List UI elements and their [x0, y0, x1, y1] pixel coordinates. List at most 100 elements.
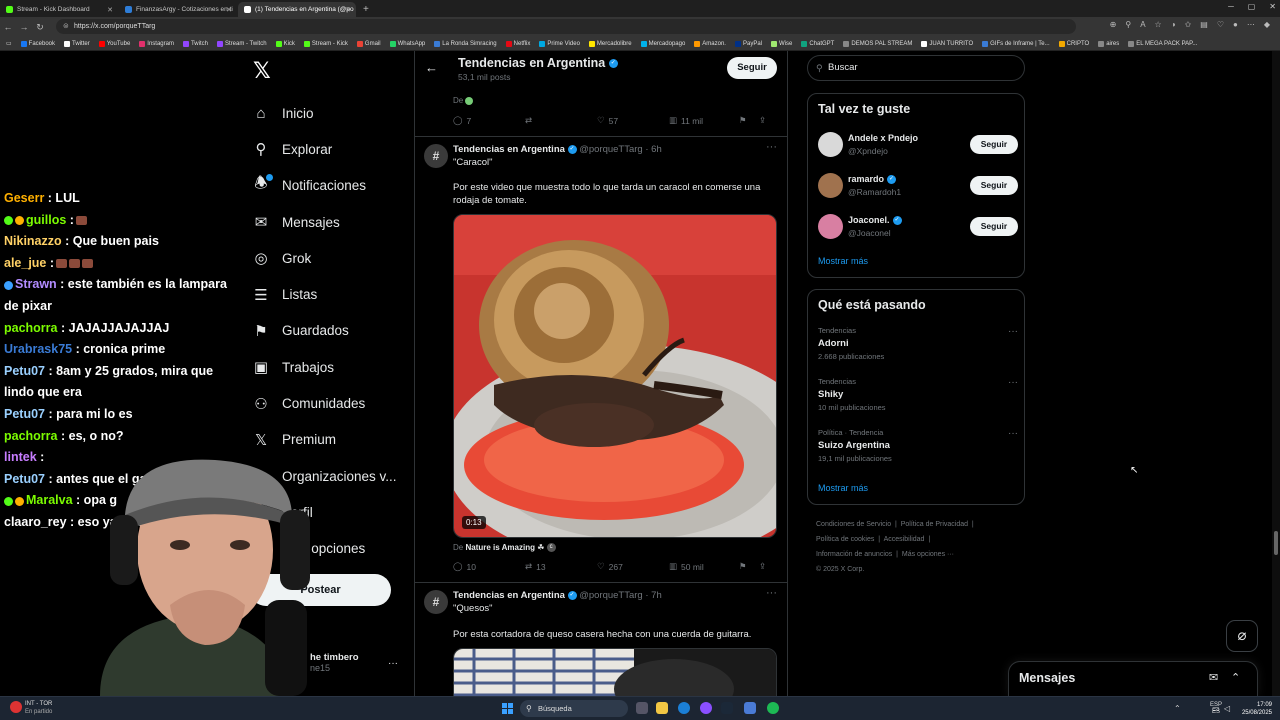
- bookmark-item[interactable]: DEMOS PAL STREAM: [843, 40, 912, 47]
- back-arrow-icon[interactable]: ←: [425, 60, 438, 75]
- favorites-icon[interactable]: ✩: [1185, 20, 1192, 29]
- page-scrollbar[interactable]: [1272, 51, 1280, 696]
- cookies-link[interactable]: Política de cookies: [816, 536, 874, 543]
- forward-icon[interactable]: →: [16, 22, 32, 32]
- tab-close-icon[interactable]: ✕: [345, 6, 351, 14]
- reload-icon[interactable]: ↻: [32, 22, 48, 33]
- sidebar-item-explorar[interactable]: ⚲ Explorar: [252, 131, 397, 167]
- chat-username[interactable]: ale_jue: [4, 256, 46, 270]
- expand-drawer-icon[interactable]: ⌃: [1231, 671, 1240, 684]
- favorite-star-icon[interactable]: ☆: [1155, 20, 1162, 29]
- follow-button[interactable]: Seguir: [970, 176, 1018, 195]
- app-icon[interactable]: [700, 702, 712, 714]
- sidebar-item-guardados[interactable]: ⚑ Guardados: [252, 313, 397, 349]
- heart-icon[interactable]: ♡: [1217, 20, 1224, 29]
- bookmark-item[interactable]: ChatGPT: [801, 40, 834, 47]
- profile-avatar-icon[interactable]: ●: [1233, 20, 1238, 29]
- show-more-link[interactable]: Mostrar más: [818, 256, 868, 266]
- chat-username[interactable]: guillos: [26, 213, 66, 227]
- steam-icon[interactable]: [721, 702, 733, 714]
- sidebar-item-listas[interactable]: ☰ Listas: [252, 276, 397, 312]
- zoom-icon[interactable]: ⚲: [1125, 20, 1131, 29]
- menu-icon[interactable]: ⋯: [1247, 20, 1255, 29]
- tweet-video[interactable]: 0:13: [453, 214, 777, 538]
- bookmark-item[interactable]: Stream - Kick: [303, 40, 348, 47]
- taskbar-search[interactable]: ⚲ Búsqueda: [520, 700, 628, 717]
- task-view-icon[interactable]: [636, 702, 648, 714]
- chat-username[interactable]: pachorra: [4, 321, 58, 335]
- trend-more-icon[interactable]: ···: [1008, 326, 1018, 337]
- bookmark-item[interactable]: YouTube: [98, 40, 130, 47]
- bookmark-item[interactable]: JUAN TURRITO: [921, 40, 973, 47]
- tweet-video[interactable]: [453, 648, 777, 696]
- bookmark-tweet-icon[interactable]: ⚑: [739, 115, 759, 126]
- windows-start-icon[interactable]: [502, 703, 513, 714]
- read-aloud-icon[interactable]: A: [1140, 20, 1145, 29]
- tweet[interactable]: # Tendencias en Argentina ✓ @porqueTTarg…: [415, 141, 787, 584]
- new-tab-icon[interactable]: +: [357, 2, 375, 17]
- reply-button[interactable]: ◯ 10: [453, 561, 525, 572]
- tab-close-icon[interactable]: ✕: [226, 6, 232, 14]
- bookmark-item[interactable]: Twitch: [182, 40, 208, 47]
- bookmark-item[interactable]: Wise: [771, 40, 792, 47]
- credit-link[interactable]: Nature is Amazing ☘: [465, 543, 544, 552]
- sidebar-item-inicio[interactable]: ⌂ Inicio: [252, 95, 397, 131]
- chat-username[interactable]: Petu07: [4, 472, 45, 486]
- trend-more-icon[interactable]: ···: [1008, 428, 1018, 439]
- sidebar-item-premium[interactable]: 𝕏 Premium: [252, 422, 397, 458]
- bookmark-item[interactable]: aires: [1098, 40, 1119, 47]
- accessibility-link[interactable]: Accesibilidad: [884, 536, 925, 543]
- like-button[interactable]: ♡ 57: [597, 115, 669, 126]
- sidebar-item-trabajos[interactable]: ▣ Trabajos: [252, 349, 397, 385]
- suggestion-item[interactable]: Andele x Pndejo @Xpndejo Seguir: [818, 132, 1018, 158]
- chat-username[interactable]: Petu07: [4, 407, 45, 421]
- follow-button[interactable]: Seguir: [970, 135, 1018, 154]
- bookmark-item[interactable]: Amazon.: [694, 40, 726, 47]
- tweet-more-icon[interactable]: ···: [766, 587, 777, 599]
- bookmarks-folder-icon[interactable]: ▭: [6, 40, 12, 47]
- trend-item[interactable]: Política · Tendencia Suizo Argentina 19,1 …: [818, 428, 1018, 463]
- share-icon[interactable]: ⇪: [759, 561, 766, 572]
- browser-tab[interactable]: (1) Tendencias en Argentina (@po ✕: [238, 2, 356, 17]
- bookmark-item[interactable]: Instagram: [139, 40, 174, 47]
- suggestion-item[interactable]: Joaconel. ✓ @Joaconel Seguir: [818, 214, 1018, 240]
- tweet-avatar[interactable]: #: [424, 144, 448, 168]
- trend-more-icon[interactable]: ···: [1008, 377, 1018, 388]
- site-info-icon[interactable]: ⊜: [63, 19, 69, 34]
- views-button[interactable]: ▥ 50 mil: [669, 561, 739, 572]
- tweet[interactable]: # Tendencias en Argentina ✓ @porqueTTarg…: [415, 587, 787, 696]
- bookmark-item[interactable]: EL MEGA PACK PAP...: [1128, 40, 1197, 47]
- grok-floating-button[interactable]: ⌀: [1226, 620, 1258, 652]
- trend-item[interactable]: Tendencias Shiky 10 mil publicaciones ···: [818, 377, 1018, 412]
- volume-icon[interactable]: ◁: [1224, 704, 1230, 713]
- browser-tab[interactable]: Stream - Kick Dashboard ✕: [0, 2, 118, 17]
- account-more-icon[interactable]: ···: [388, 658, 398, 669]
- bookmark-item[interactable]: CRIPTO: [1058, 40, 1089, 47]
- tweet-avatar[interactable]: #: [424, 590, 448, 614]
- bookmark-item[interactable]: Mercadolibre: [588, 40, 632, 47]
- x-logo-icon[interactable]: 𝕏: [253, 58, 271, 84]
- maximize-icon[interactable]: ▢: [1248, 2, 1256, 11]
- follow-button[interactable]: Seguir: [970, 217, 1018, 236]
- chat-username[interactable]: Geserr: [4, 191, 44, 205]
- terms-link[interactable]: Condiciones de Servicio: [816, 521, 891, 528]
- close-window-icon[interactable]: ✕: [1269, 2, 1276, 11]
- tweet-more-icon[interactable]: ···: [766, 141, 777, 153]
- chat-username[interactable]: Petu07: [4, 364, 45, 378]
- follow-button[interactable]: Seguir: [727, 57, 777, 79]
- tray-overflow-icon[interactable]: ⌃: [1174, 704, 1181, 713]
- extension-icon[interactable]: ◑: [1171, 20, 1176, 29]
- bookmark-item[interactable]: WhatsApp: [389, 40, 425, 47]
- edge-icon[interactable]: [678, 702, 690, 714]
- show-more-link[interactable]: Mostrar más: [818, 483, 868, 493]
- chat-username[interactable]: Strawn: [15, 277, 57, 291]
- bookmark-item[interactable]: Kick: [275, 40, 295, 47]
- share-icon[interactable]: ⇪: [759, 115, 766, 126]
- messages-drawer[interactable]: Mensajes ✉ ⌃: [1008, 661, 1258, 696]
- avatar[interactable]: [818, 173, 843, 198]
- new-message-icon[interactable]: ✉: [1209, 671, 1218, 684]
- privacy-link[interactable]: Política de Privacidad: [901, 521, 968, 528]
- avatar[interactable]: [818, 214, 843, 239]
- copilot-icon[interactable]: ◆: [1264, 20, 1270, 29]
- chat-username[interactable]: Urabrask75: [4, 342, 72, 356]
